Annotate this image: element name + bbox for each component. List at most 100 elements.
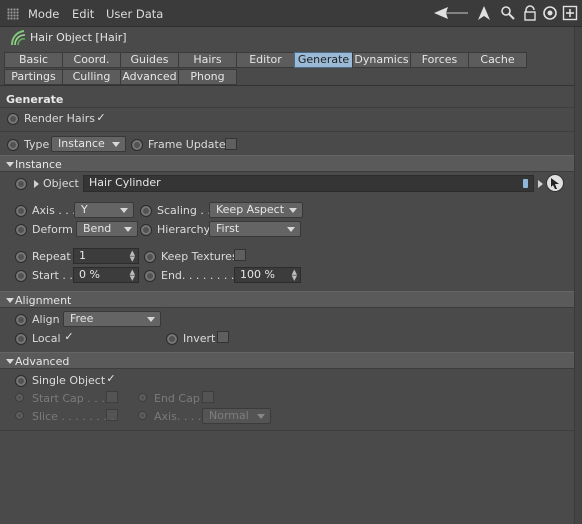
menu-bar: Mode Edit User Data <box>0 0 582 27</box>
axis-dropdown[interactable]: Y <box>74 202 134 218</box>
local-checkbox[interactable]: ✓ <box>63 331 75 343</box>
tab-phong[interactable]: Phong <box>178 69 237 85</box>
link-menu-arrow-icon[interactable] <box>538 180 543 188</box>
tab-dynamics[interactable]: Dynamics <box>352 52 411 68</box>
single-object-anim-toggle[interactable] <box>15 375 27 387</box>
end-cap-checkbox <box>202 391 214 403</box>
start-cap-anim-toggle <box>15 393 24 402</box>
scaling-dropdown[interactable]: Keep Aspect <box>209 202 303 218</box>
slice-label: Slice . . . . . . . . <box>32 410 114 423</box>
render-hairs-checkbox[interactable]: ✓ <box>95 112 107 124</box>
instance-section-title: Instance <box>15 158 62 171</box>
tab-hairs[interactable]: Hairs <box>178 52 237 68</box>
target-icon[interactable] <box>542 5 558 21</box>
search-icon[interactable] <box>500 5 516 21</box>
instance-section-header[interactable]: Instance <box>0 155 574 172</box>
render-hairs-anim-toggle[interactable] <box>7 113 19 125</box>
chevron-down-icon <box>124 227 132 232</box>
advanced-section-header[interactable]: Advanced <box>0 352 574 369</box>
type-dropdown[interactable]: Instance <box>51 136 126 152</box>
back-arrow-icon[interactable] <box>432 5 470 21</box>
hierarchy-anim-toggle[interactable] <box>140 224 152 236</box>
end-label: End. . . . . . . . . <box>161 269 242 282</box>
object-title: Hair Object [Hair] <box>30 31 127 44</box>
tab-coord[interactable]: Coord. <box>62 52 121 68</box>
chevron-down-icon <box>257 414 265 419</box>
align-dropdown[interactable]: Free <box>63 311 161 327</box>
scrollbar-track[interactable] <box>574 27 582 524</box>
repeat-value: 1 <box>79 249 86 262</box>
invert-anim-toggle[interactable] <box>166 333 178 345</box>
start-stepper[interactable]: 0 % ▲ ▼ <box>73 267 139 283</box>
spin-arrows-icon[interactable]: ▲ ▼ <box>292 269 297 282</box>
start-cap-checkbox <box>106 391 118 403</box>
collapse-icon <box>6 359 14 364</box>
tab-basic[interactable]: Basic <box>4 52 63 68</box>
grip-icon[interactable] <box>7 8 19 20</box>
slice-checkbox <box>106 409 118 421</box>
scaling-anim-toggle[interactable] <box>140 205 152 217</box>
tab-culling[interactable]: Culling <box>62 69 121 85</box>
alignment-section-header[interactable]: Alignment <box>0 291 574 308</box>
hierarchy-label: Hierarchy <box>157 223 211 236</box>
frame-update-label: Frame Update <box>148 138 226 151</box>
menu-edit[interactable]: Edit <box>72 7 94 21</box>
collapse-icon <box>6 298 14 303</box>
panel-bottom-divider <box>0 430 574 431</box>
collapse-icon <box>6 162 14 167</box>
end-anim-toggle[interactable] <box>144 270 156 282</box>
start-label: Start . . <box>32 269 73 282</box>
tab-forces[interactable]: Forces <box>410 52 469 68</box>
separator <box>0 107 574 108</box>
keep-textures-checkbox[interactable] <box>234 249 246 261</box>
object-link-field[interactable]: Hair Cylinder <box>83 175 534 192</box>
tab-editor[interactable]: Editor <box>236 52 295 68</box>
render-hairs-label: Render Hairs <box>24 112 95 125</box>
local-anim-toggle[interactable] <box>15 333 27 345</box>
type-anim-toggle[interactable] <box>7 139 19 151</box>
new-panel-icon[interactable] <box>562 5 578 21</box>
separator <box>0 131 574 132</box>
type-dropdown-value: Instance <box>58 137 105 150</box>
end-stepper[interactable]: 100 % ▲ ▼ <box>234 267 301 283</box>
repeat-anim-toggle[interactable] <box>15 251 27 263</box>
type-label: Type <box>24 138 50 151</box>
align-label: Align <box>32 313 60 326</box>
deform-label: Deform <box>32 223 73 236</box>
deform-anim-toggle[interactable] <box>15 224 27 236</box>
chevron-down-icon <box>289 208 297 213</box>
advanced-section-title: Advanced <box>15 355 70 368</box>
object-link-value: Hair Cylinder <box>89 176 161 189</box>
pick-object-icon[interactable] <box>546 174 564 192</box>
end-cap-label: End Cap <box>154 392 200 405</box>
tab-generate[interactable]: Generate <box>294 52 353 68</box>
expand-arrow-icon[interactable] <box>34 180 39 188</box>
scaling-dropdown-value: Keep Aspect <box>216 203 285 216</box>
tab-advanced[interactable]: Advanced <box>120 69 179 85</box>
tab-partings[interactable]: Partings <box>4 69 63 85</box>
invert-checkbox[interactable] <box>217 331 229 343</box>
tab-cache[interactable]: Cache <box>468 52 527 68</box>
deform-dropdown[interactable]: Bend <box>76 221 138 237</box>
keep-textures-anim-toggle[interactable] <box>144 251 156 263</box>
axis-anim-toggle[interactable] <box>15 205 27 217</box>
frame-update-checkbox[interactable] <box>225 138 237 150</box>
frame-update-anim-toggle[interactable] <box>131 139 143 151</box>
tab-guides[interactable]: Guides <box>120 52 179 68</box>
local-label: Local <box>32 332 61 345</box>
start-anim-toggle[interactable] <box>15 270 27 282</box>
object-anim-toggle[interactable] <box>15 178 27 190</box>
axis-dropdown-value: Y <box>81 203 88 216</box>
single-object-checkbox[interactable]: ✓ <box>105 373 117 385</box>
single-object-label: Single Object <box>32 374 106 387</box>
end-value: 100 % <box>240 268 275 281</box>
spin-arrows-icon[interactable]: ▲ ▼ <box>130 250 135 263</box>
align-anim-toggle[interactable] <box>15 314 27 326</box>
repeat-stepper[interactable]: 1 ▲ ▼ <box>73 248 139 264</box>
hierarchy-dropdown[interactable]: First <box>209 221 301 237</box>
menu-mode[interactable]: Mode <box>28 7 59 21</box>
menu-user-data[interactable]: User Data <box>106 7 163 21</box>
lock-icon[interactable] <box>522 5 538 21</box>
cursor-up-icon[interactable] <box>476 5 492 21</box>
spin-arrows-icon[interactable]: ▲ ▼ <box>130 269 135 282</box>
